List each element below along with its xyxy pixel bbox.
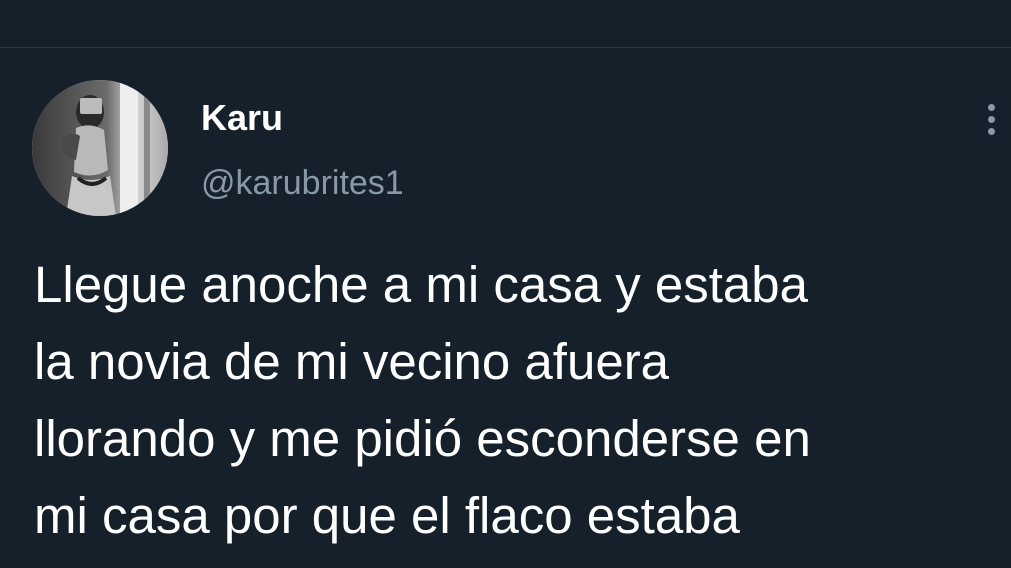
more-options-button[interactable] bbox=[978, 100, 1006, 140]
user-handle[interactable]: @karubrites1 bbox=[201, 163, 404, 203]
tweet-text-line: la novia de mi vecino afuera bbox=[34, 333, 670, 390]
more-options-icon-dot bbox=[988, 128, 995, 135]
more-options-icon bbox=[988, 104, 995, 111]
display-name[interactable]: Karu bbox=[201, 98, 283, 138]
tweet-text-line: Llegue anoche a mi casa y estaba bbox=[34, 256, 809, 313]
tweet-text-line: mi casa por que el flaco estaba bbox=[34, 487, 740, 544]
profile-photo-icon bbox=[32, 80, 168, 216]
tweet-text-line: llorando y me pidió esconderse en bbox=[34, 410, 811, 467]
more-options-icon-dot bbox=[988, 116, 995, 123]
top-divider bbox=[0, 47, 1011, 48]
avatar[interactable] bbox=[32, 80, 168, 216]
tweet-text: Llegue anoche a mi casa y estaba la novi… bbox=[34, 246, 1009, 554]
